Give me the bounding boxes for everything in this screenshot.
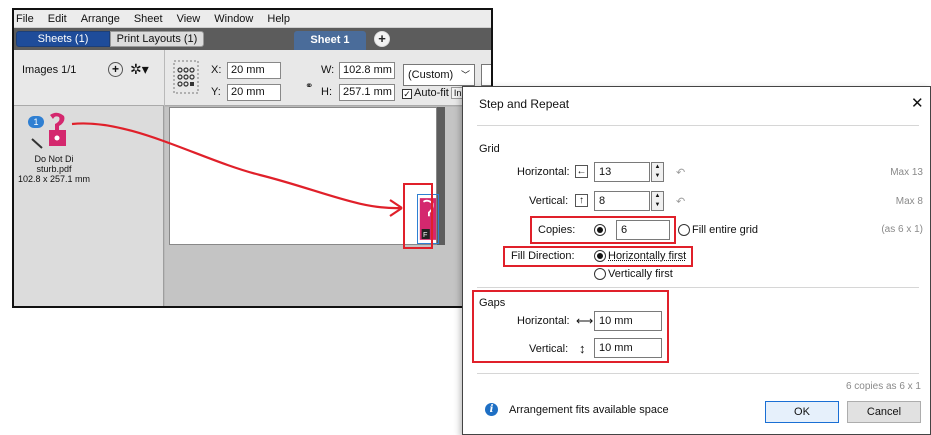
menu-file[interactable]: File: [16, 13, 34, 25]
tab-sheets[interactable]: Sheets (1): [16, 31, 110, 47]
add-sheet-button[interactable]: +: [374, 31, 390, 47]
menu-sheet[interactable]: Sheet: [134, 13, 163, 25]
arrow-up-icon: ↑: [575, 194, 588, 207]
autofit-label-text: Auto-fit: [414, 87, 449, 99]
image-name-line1: Do Not Di: [34, 154, 74, 164]
image-name-line2: sturb.pdf: [36, 164, 72, 174]
app-window: File Edit Arrange Sheet View Window Help…: [12, 8, 493, 308]
gap-horizontal-field[interactable]: 10 mm: [594, 311, 662, 331]
info-icon: i: [485, 403, 498, 416]
gap-vertical-field[interactable]: 10 mm: [594, 338, 662, 358]
grid-heading: Grid: [479, 143, 500, 155]
size-preset-dropdown[interactable]: (Custom) ﹀: [403, 64, 475, 86]
menu-arrange[interactable]: Arrange: [81, 13, 120, 25]
pencil-icon: [31, 138, 43, 149]
horizontally-first-label: Horizontally first: [608, 250, 687, 262]
grid-horizontal-label: Horizontal:: [517, 166, 570, 178]
tab-print-layouts[interactable]: Print Layouts (1): [110, 31, 204, 47]
x-label: X:: [211, 64, 222, 76]
grid-vertical-label: Vertical:: [529, 195, 569, 207]
copies-field[interactable]: 6: [616, 220, 670, 240]
y-field[interactable]: 20 mm: [227, 84, 281, 101]
menu-window[interactable]: Window: [214, 13, 253, 25]
vertically-first-label: Vertically first: [608, 268, 673, 280]
x-field[interactable]: 20 mm: [227, 62, 281, 79]
vertical-arrows-icon: ↕: [579, 341, 586, 356]
undo-icon[interactable]: ↶: [676, 195, 685, 208]
w-label: W:: [321, 64, 335, 76]
add-image-button[interactable]: +: [108, 62, 123, 77]
tab-row: Sheets (1) Print Layouts (1) Sheet 1 +: [14, 28, 491, 50]
placed-artwork[interactable]: F: [417, 194, 439, 244]
grid-vertical-field[interactable]: 8: [594, 191, 650, 211]
menu-edit[interactable]: Edit: [48, 13, 67, 25]
images-panel-header: Images 1/1 + ✲▾: [14, 50, 164, 106]
horizontal-arrows-icon: ⟷: [576, 314, 594, 328]
fill-entire-grid-label: Fill entire grid: [692, 224, 759, 236]
title-divider: [477, 125, 919, 126]
image-size: 102.8 x 257.1 mm: [17, 174, 91, 184]
ok-button[interactable]: OK: [765, 401, 839, 423]
undo-icon[interactable]: ↶: [676, 166, 685, 179]
position-toolbar: X: 20 mm Y: 20 mm W: 102.8 mm ⚭ H: 257.1…: [165, 50, 491, 106]
h-label: H:: [321, 86, 332, 98]
gear-icon[interactable]: ✲▾: [130, 61, 149, 78]
copies-summary: 6 copies as 6 x 1: [845, 381, 921, 392]
chevron-down-icon: ﹀: [460, 70, 470, 80]
autofit-label: Auto-fit In: [414, 87, 465, 99]
copies-label: Copies:: [538, 224, 576, 236]
grid-vertical-stepper[interactable]: ▲ ▼: [651, 191, 664, 211]
fit-status-text: Arrangement fits available space: [509, 404, 669, 416]
door-hanger-thumbnail[interactable]: [46, 112, 68, 148]
height-field[interactable]: 257.1 mm: [339, 84, 395, 101]
dialog-title: Step and Repeat: [479, 97, 570, 111]
secondary-dropdown[interactable]: [481, 64, 491, 86]
fill-entire-grid-radio[interactable]: [678, 224, 690, 236]
vertically-first-radio[interactable]: [594, 268, 606, 280]
menu-bar: File Edit Arrange Sheet View Window Help: [14, 10, 491, 28]
canvas-area[interactable]: F: [165, 107, 491, 306]
anchor-grid-icon[interactable]: [173, 60, 199, 94]
grid-horizontal-stepper[interactable]: ▲ ▼: [651, 162, 664, 182]
y-label: Y:: [211, 86, 221, 98]
gap-horizontal-label: Horizontal:: [517, 315, 570, 327]
image-count-badge: 1: [28, 116, 44, 128]
link-icon[interactable]: ⚭: [305, 81, 313, 92]
close-icon[interactable]: ✕: [911, 94, 924, 112]
grid-divider: [477, 287, 919, 288]
gaps-divider: [477, 373, 919, 374]
menu-help[interactable]: Help: [267, 13, 290, 25]
cancel-button[interactable]: Cancel: [847, 401, 921, 423]
copies-radio[interactable]: [594, 224, 606, 236]
gap-vertical-label: Vertical:: [529, 343, 569, 355]
size-preset-value: (Custom): [408, 69, 454, 81]
grid-horizontal-max: Max 13: [890, 167, 923, 178]
copies-note: (as 6 x 1): [881, 224, 923, 235]
autofit-checkbox[interactable]: ✓: [402, 89, 412, 99]
gaps-heading: Gaps: [479, 297, 506, 309]
tab-sheet-1[interactable]: Sheet 1: [294, 31, 366, 50]
sheet-page[interactable]: [169, 107, 437, 245]
svg-text:F: F: [423, 230, 428, 239]
arrow-left-icon: ←: [575, 165, 588, 178]
width-field[interactable]: 102.8 mm: [339, 62, 395, 79]
images-panel: Images 1/1 + ✲▾ 1 Do Not Di sturb.pdf 10…: [14, 50, 164, 306]
step-and-repeat-dialog: Step and Repeat ✕ Grid Horizontal: ← 13 …: [462, 86, 931, 435]
grid-horizontal-field[interactable]: 13: [594, 162, 650, 182]
fill-direction-label: Fill Direction:: [511, 250, 575, 262]
menu-view[interactable]: View: [177, 13, 201, 25]
horizontally-first-radio[interactable]: [594, 250, 606, 262]
grid-vertical-max: Max 8: [895, 196, 923, 207]
images-count-label: Images 1/1: [22, 64, 77, 76]
